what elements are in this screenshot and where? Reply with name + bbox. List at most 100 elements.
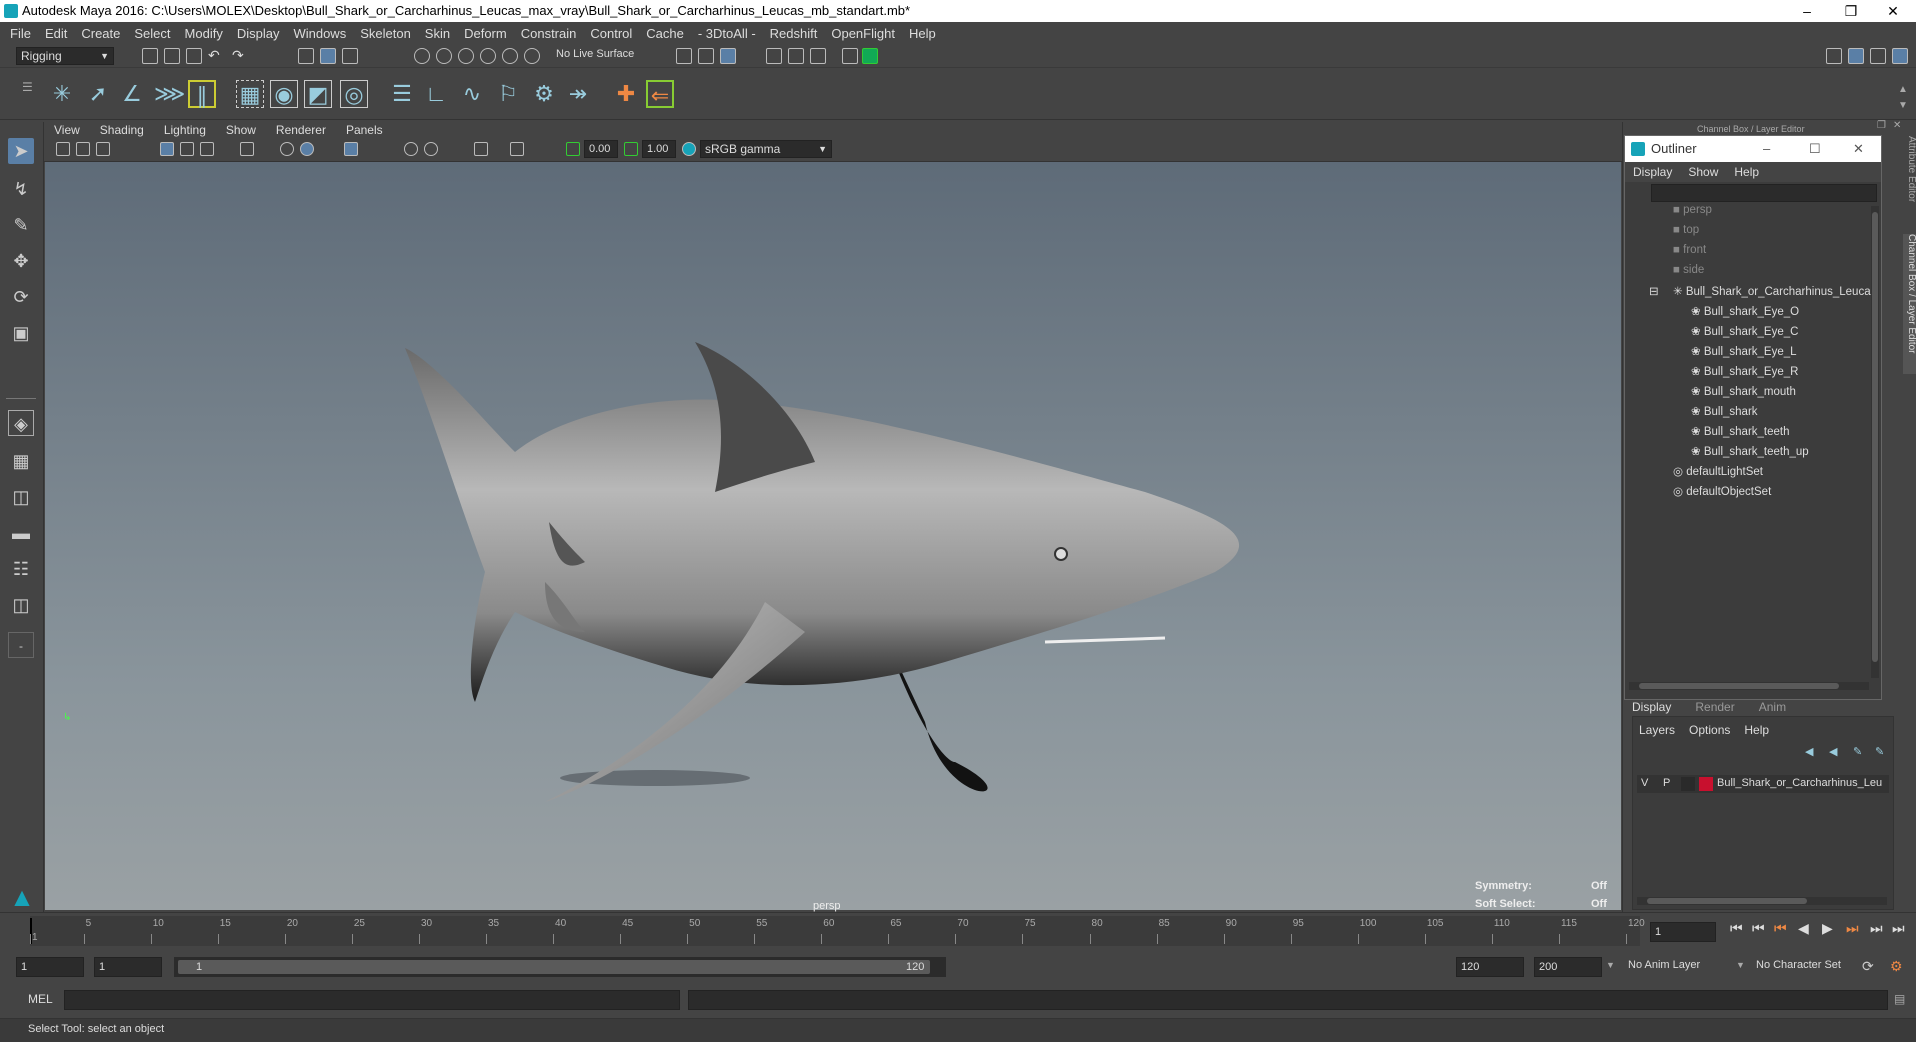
snap-view-plane-icon[interactable]	[480, 48, 496, 64]
joint-tool-icon[interactable]: ✳	[48, 80, 76, 108]
redo-icon[interactable]: ↷	[232, 47, 244, 64]
panel-menu-panels[interactable]: Panels	[346, 123, 383, 137]
auto-key-icon[interactable]: ⟳	[1862, 958, 1874, 975]
layer-tab-render[interactable]: Render	[1695, 700, 1734, 714]
close-button[interactable]: ✕	[1870, 0, 1916, 22]
bind-skin-icon[interactable]: ☰	[388, 80, 416, 108]
menu-set-dropdown[interactable]: Rigging ▼	[16, 47, 114, 65]
restore-button[interactable]: ❐	[1828, 0, 1874, 22]
outliner-close-button[interactable]: ✕	[1853, 136, 1864, 162]
range-slider[interactable]: 1 120	[174, 957, 946, 977]
new-layer-selected-icon[interactable]: ✎	[1875, 745, 1884, 758]
outliner-item[interactable]: ■ persp	[1673, 204, 1712, 216]
layer-playback-toggle[interactable]: P	[1663, 777, 1670, 789]
menu-deform[interactable]: Deform	[464, 26, 507, 41]
outliner-item[interactable]: ❀ Bull_shark_Eye_O	[1691, 304, 1799, 318]
play-backwards-icon[interactable]: ◀	[1798, 920, 1809, 937]
rebind-icon[interactable]: ↠	[564, 80, 592, 108]
outliner-item[interactable]: ❀ Bull_shark_teeth	[1691, 424, 1790, 438]
menu-constrain[interactable]: Constrain	[521, 26, 577, 41]
playback-start-field[interactable]: 1	[94, 957, 162, 977]
resolution-gate-icon[interactable]	[200, 142, 214, 156]
channel-box-toggle-icon[interactable]	[1892, 48, 1908, 64]
paint-weights-icon[interactable]: ∿	[458, 80, 486, 108]
modeling-toolkit-icon[interactable]	[1826, 48, 1842, 64]
chevron-down-icon[interactable]: ▼	[1736, 960, 1745, 970]
menu-select[interactable]: Select	[134, 26, 170, 41]
minimize-button[interactable]: –	[1784, 0, 1830, 22]
image-plane-icon[interactable]	[96, 142, 110, 156]
menu-redshift[interactable]: Redshift	[770, 26, 818, 41]
shark-model[interactable]	[45, 162, 1621, 910]
outliner-menu-show[interactable]: Show	[1688, 165, 1718, 179]
outliner-item[interactable]: ❀ Bull_shark	[1691, 404, 1758, 418]
panel-menu-view[interactable]: View	[54, 123, 80, 137]
outliner-item[interactable]: ■ side	[1673, 264, 1704, 276]
color-management-icon[interactable]	[682, 142, 696, 156]
exposure-field[interactable]: 0.00	[584, 140, 618, 158]
step-back-frame-icon[interactable]: ⏮	[1774, 920, 1787, 937]
panel-menu-show[interactable]: Show	[226, 123, 256, 137]
shadows-icon[interactable]	[404, 142, 418, 156]
input-ops-icon[interactable]	[676, 48, 692, 64]
menu-edit[interactable]: Edit	[45, 26, 67, 41]
menu-help[interactable]: Help	[909, 26, 936, 41]
outliner-item[interactable]: ❀ Bull_shark_Eye_L	[1691, 344, 1797, 358]
snap-surface-icon[interactable]	[524, 48, 540, 64]
layer-name[interactable]: Bull_Shark_or_Carcharhinus_Leu	[1717, 777, 1882, 789]
select-component-icon[interactable]	[342, 48, 358, 64]
ipr-render-icon[interactable]	[810, 48, 826, 64]
make-live-icon[interactable]	[502, 48, 518, 64]
construction-history-icon[interactable]	[720, 48, 736, 64]
mel-label[interactable]: MEL	[28, 992, 53, 1006]
mirror-joint-icon[interactable]: ∥	[188, 80, 216, 108]
persp-uv-layout-icon[interactable]: ◫	[8, 592, 34, 618]
layer-move-down-icon[interactable]: ◀	[1829, 745, 1837, 758]
collapse-icon[interactable]: ⊟	[1649, 284, 1659, 298]
ik-handle-icon[interactable]: ➚	[84, 80, 112, 108]
chevron-down-icon[interactable]: ▼	[1606, 960, 1615, 970]
outliner-item[interactable]: ❀ Bull_shark_teeth_up	[1691, 444, 1809, 458]
save-scene-icon[interactable]	[186, 48, 202, 64]
step-back-key-icon[interactable]: ⏮	[1752, 920, 1765, 937]
menu-skeleton[interactable]: Skeleton	[360, 26, 411, 41]
menu-control[interactable]: Control	[590, 26, 632, 41]
layer-color-swatch[interactable]	[1699, 777, 1713, 791]
perspective-viewport[interactable]: ↳ persp Symmetry: Off Soft Select: Off	[45, 162, 1621, 912]
shelf-menu-icon[interactable]: ☰	[22, 80, 33, 94]
range-slider-handle[interactable]	[178, 960, 930, 974]
menu-create[interactable]: Create	[81, 26, 120, 41]
wireframe-icon[interactable]	[280, 142, 294, 156]
layer-visibility-toggle[interactable]: V	[1641, 777, 1648, 789]
output-ops-icon[interactable]	[698, 48, 714, 64]
locator-icon[interactable]: ✚	[612, 80, 640, 108]
open-scene-icon[interactable]	[164, 48, 180, 64]
grid-toggle-icon[interactable]	[160, 142, 174, 156]
float-panel-icon[interactable]: ❐	[1877, 120, 1886, 131]
detach-skin-icon[interactable]: ⚙	[530, 80, 558, 108]
outliner-item[interactable]: ✳ Bull_Shark_or_Carcharhinus_Leucas	[1673, 284, 1876, 298]
tool-settings-toggle-icon[interactable]	[1870, 48, 1886, 64]
scale-tool-icon[interactable]: ▣	[8, 320, 34, 346]
live-surface-label[interactable]: No Live Surface	[556, 48, 634, 60]
constraint-icon[interactable]: ⇐	[646, 80, 674, 108]
wrap-deformer-icon[interactable]: ◩	[304, 80, 332, 108]
menu-skin[interactable]: Skin	[425, 26, 450, 41]
outliner-item[interactable]: ◎ defaultLightSet	[1673, 464, 1763, 478]
select-tool-icon[interactable]: ➤	[8, 138, 34, 164]
layer-tab-anim[interactable]: Anim	[1759, 700, 1786, 714]
outliner-menu-display[interactable]: Display	[1633, 165, 1672, 179]
layer-row[interactable]: V P Bull_Shark_or_Carcharhinus_Leu	[1637, 775, 1889, 793]
camera-bookmark-icon[interactable]	[76, 142, 90, 156]
go-to-start-icon[interactable]: ⏮	[1730, 920, 1743, 937]
hypershade-layout-icon[interactable]: ☷	[8, 556, 34, 582]
outliner-horizontal-scrollbar[interactable]	[1629, 682, 1869, 690]
time-slider-ticks[interactable]: 1 5 10 15 20 25 30 35 40 45 50 55 60 65 70 75 80 85 90 95 10…	[30, 916, 1645, 946]
custom-layout-icon[interactable]: -	[8, 632, 34, 658]
snap-grid-icon[interactable]	[414, 48, 430, 64]
select-object-icon[interactable]	[320, 48, 336, 64]
play-forwards-icon[interactable]: ▶	[1822, 920, 1833, 937]
menu-windows[interactable]: Windows	[293, 26, 346, 41]
layer-move-up-icon[interactable]: ◀	[1805, 745, 1813, 758]
rotate-tool-icon[interactable]: ⟳	[8, 284, 34, 310]
